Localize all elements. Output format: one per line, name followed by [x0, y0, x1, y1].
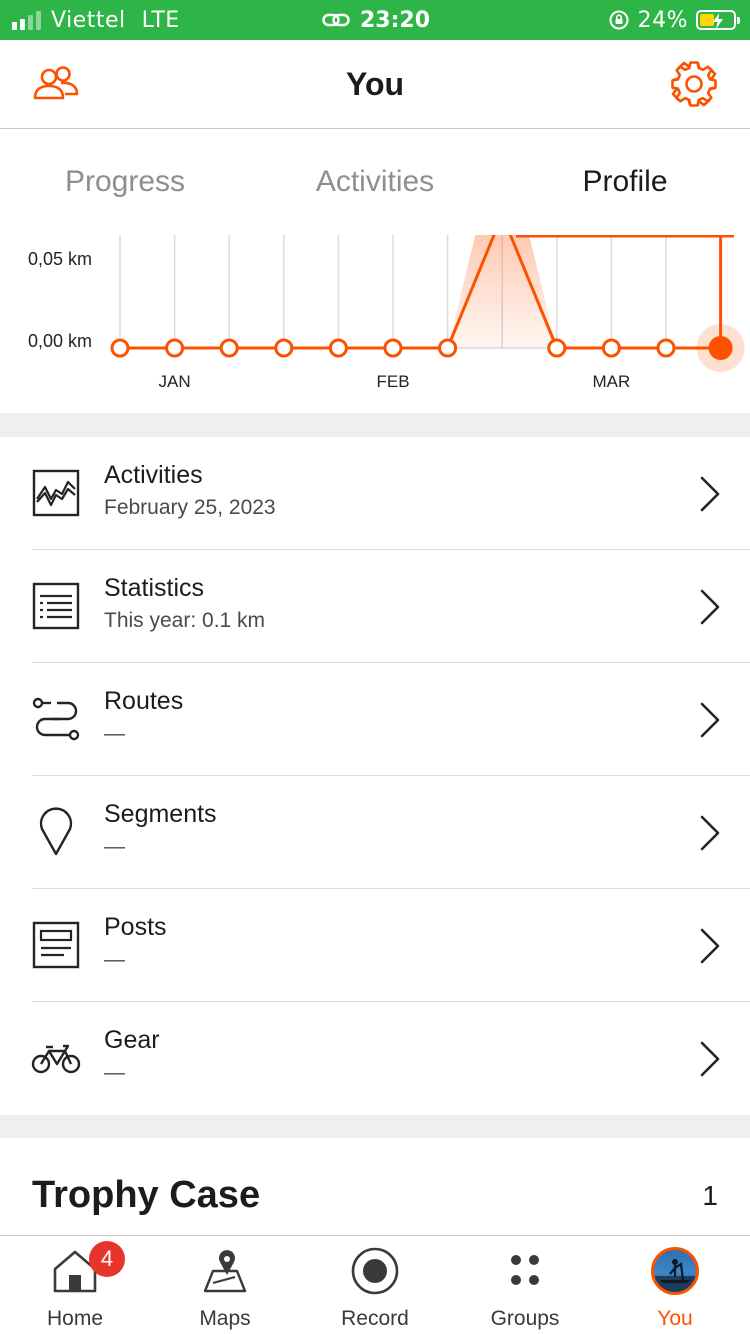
- segmented-tabs: Progress Activities Profile: [0, 129, 750, 235]
- page-title: You: [345, 66, 405, 102]
- tab-label: You: [657, 1307, 693, 1330]
- section-divider: [0, 413, 750, 437]
- tab-label: Record: [341, 1307, 409, 1330]
- list-item-activities[interactable]: Activities February 25, 2023: [0, 437, 750, 550]
- list-item-gear[interactable]: Gear —: [0, 1002, 750, 1115]
- list-item-title: Routes: [104, 687, 184, 715]
- list-item-title: Posts: [104, 913, 167, 941]
- groups-icon: [500, 1246, 550, 1296]
- list-item-segments[interactable]: Segments —: [0, 776, 750, 889]
- top-header: You: [0, 40, 750, 129]
- battery-percent: 24%: [637, 7, 688, 33]
- list-item-title: Statistics: [104, 574, 205, 602]
- y-tick-label: 0,05 km: [28, 249, 92, 269]
- record-icon: [350, 1246, 400, 1296]
- tab-activities[interactable]: Activities: [250, 129, 500, 235]
- data-point-selected: [708, 336, 733, 360]
- area-fill: [447, 235, 557, 348]
- avatar: [651, 1247, 699, 1295]
- chart-svg: 0,05 km 0,00 km JAN FEB MAR: [28, 235, 745, 391]
- map-pin-icon: [30, 806, 82, 858]
- list-item-subtitle: —: [104, 948, 125, 971]
- section-divider: [0, 1115, 750, 1138]
- tab-home[interactable]: 4 Home: [0, 1236, 150, 1334]
- list-item-title: Activities: [104, 461, 203, 489]
- carrier-label: Viettel: [51, 7, 126, 33]
- progress-chart: 0,05 km 0,00 km JAN FEB MAR: [0, 235, 750, 413]
- signal-icon: [12, 10, 41, 30]
- statistics-list-icon: [30, 580, 82, 632]
- list-item-subtitle: This year: 0.1 km: [104, 609, 266, 632]
- list-item-title: Gear: [104, 1026, 160, 1054]
- notification-badge: 4: [89, 1241, 125, 1277]
- tab-maps[interactable]: Maps: [150, 1236, 300, 1334]
- data-point: [328, 338, 348, 358]
- gear-icon[interactable]: [666, 56, 722, 112]
- trophy-case-section[interactable]: Trophy Case 1: [0, 1138, 750, 1235]
- avatar-icon: [650, 1246, 700, 1296]
- tab-label: Groups: [490, 1307, 560, 1330]
- network-label: LTE: [141, 7, 180, 33]
- maps-icon: [200, 1246, 250, 1296]
- chevron-right-icon: [700, 702, 720, 738]
- tab-profile[interactable]: Profile: [500, 129, 750, 235]
- status-bar: Viettel LTE 23:20 24%: [0, 0, 750, 40]
- tab-label: Home: [46, 1307, 104, 1330]
- x-tick-label: MAR: [593, 372, 631, 391]
- data-point: [656, 338, 676, 358]
- chevron-right-icon: [700, 589, 720, 625]
- chevron-right-icon: [700, 928, 720, 964]
- data-point: [601, 338, 621, 358]
- chevron-right-icon: [700, 1041, 720, 1077]
- bottom-tab-bar: 4 Home Maps Record Groups You: [0, 1235, 750, 1334]
- list-item-posts[interactable]: Posts —: [0, 889, 750, 1002]
- data-point: [547, 338, 567, 358]
- data-point: [438, 338, 458, 358]
- series-line: [120, 235, 721, 350]
- battery-icon: [696, 10, 740, 30]
- profile-menu-list: Activities February 25, 2023 Statistics …: [0, 437, 750, 1115]
- trophy-count: 1: [702, 1180, 718, 1211]
- data-point: [165, 338, 185, 358]
- list-item-subtitle: —: [104, 1061, 125, 1084]
- rotation-lock-icon: [609, 10, 629, 30]
- routes-icon: [30, 693, 82, 745]
- x-tick-label: JAN: [159, 372, 191, 391]
- trophy-case-title: Trophy Case: [32, 1174, 261, 1216]
- bike-icon: [30, 1032, 82, 1084]
- data-point: [219, 338, 239, 358]
- list-item-statistics[interactable]: Statistics This year: 0.1 km: [0, 550, 750, 663]
- x-tick-label: FEB: [376, 372, 409, 391]
- activity-graph-icon: [30, 467, 82, 519]
- chevron-right-icon: [700, 815, 720, 851]
- data-point: [110, 338, 130, 358]
- data-point: [274, 338, 294, 358]
- clock: 23:20: [360, 7, 431, 33]
- chevron-right-icon: [700, 476, 720, 512]
- tab-record[interactable]: Record: [300, 1236, 450, 1334]
- tab-label: Maps: [199, 1307, 251, 1330]
- list-item-subtitle: February 25, 2023: [104, 496, 276, 519]
- tab-groups[interactable]: Groups: [450, 1236, 600, 1334]
- list-item-routes[interactable]: Routes —: [0, 663, 750, 776]
- link-icon: [322, 13, 350, 27]
- tab-you[interactable]: You: [600, 1236, 750, 1334]
- data-point: [383, 338, 403, 358]
- y-tick-label: 0,00 km: [28, 331, 92, 351]
- list-item-subtitle: —: [104, 835, 125, 858]
- tab-progress[interactable]: Progress: [0, 129, 250, 235]
- list-item-subtitle: —: [104, 722, 125, 745]
- posts-icon: [30, 919, 82, 971]
- list-item-title: Segments: [104, 800, 217, 828]
